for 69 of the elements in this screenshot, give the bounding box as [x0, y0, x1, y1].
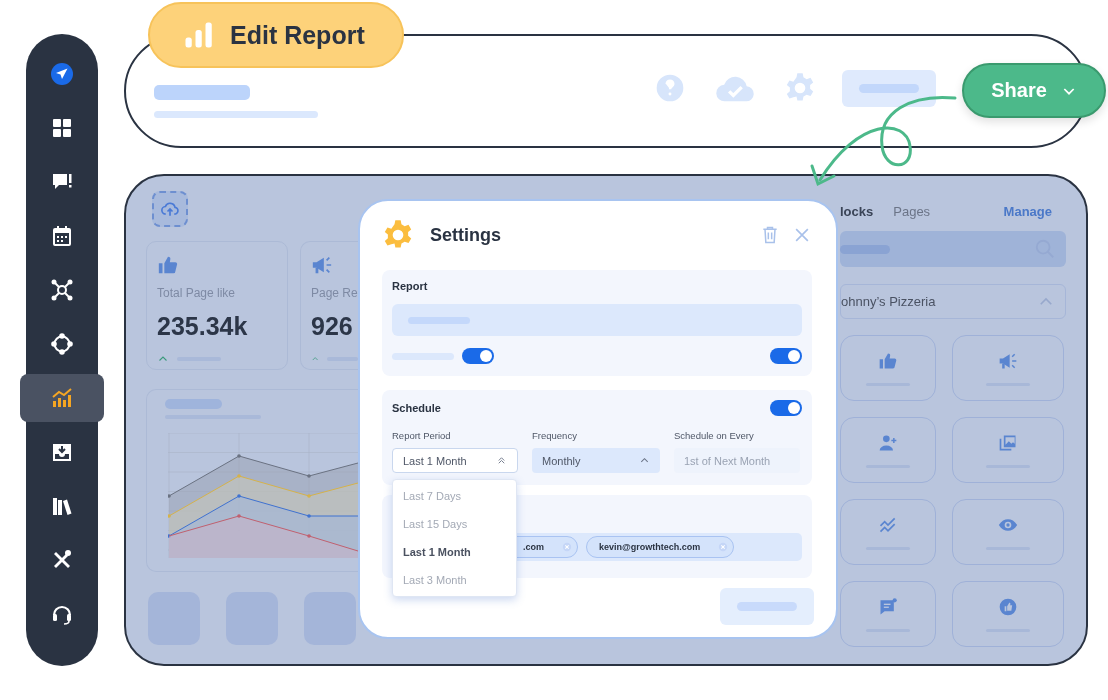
search-placeholder-bar [840, 244, 890, 254]
remove-icon [718, 542, 729, 552]
cloud-upload-icon [160, 199, 180, 219]
field-placeholder-bar [408, 316, 470, 324]
upload-drop-zone[interactable] [152, 191, 188, 227]
frequency-dropdown[interactable]: Monthly [532, 448, 660, 473]
label-placeholder-bar [859, 83, 919, 93]
block-tile[interactable] [840, 499, 936, 565]
badge-title: Edit Report [230, 20, 365, 50]
field-label: Report Period [392, 430, 452, 441]
block-tile[interactable] [840, 417, 936, 483]
stat-value: 235.34k [157, 312, 249, 341]
circle-nodes-icon [50, 332, 74, 356]
dialog-title: Settings [430, 224, 501, 246]
data-point [237, 454, 241, 458]
label-placeholder-bar [737, 602, 797, 611]
save-button[interactable] [720, 588, 814, 625]
settings-gear-icon [382, 219, 414, 251]
report-period-dropdown[interactable]: Last 1 Month [392, 448, 518, 473]
calendar-icon [50, 224, 74, 248]
data-point [237, 474, 241, 478]
data-point [168, 514, 171, 518]
stat-value: 926 [311, 312, 354, 341]
stat-label: Page Re [311, 286, 358, 300]
section-title: Report [392, 280, 429, 292]
help-icon [654, 72, 686, 104]
help-button[interactable] [654, 72, 686, 104]
block-tile[interactable] [952, 335, 1064, 401]
data-point [307, 494, 311, 498]
data-point [168, 494, 171, 498]
email-chip[interactable]: kevin@growthtech.com [586, 536, 735, 558]
settings-button[interactable] [784, 72, 816, 104]
block-tile[interactable] [840, 335, 936, 401]
data-point [307, 474, 311, 478]
megaphone-icon [311, 254, 333, 276]
toggle-switch[interactable] [770, 400, 802, 416]
block-tile[interactable] [840, 581, 936, 647]
network-icon [50, 278, 74, 302]
search-field[interactable] [840, 231, 1066, 267]
data-point [168, 534, 171, 538]
toggle-switch[interactable] [462, 348, 494, 364]
double-chevron-up-icon [496, 455, 507, 466]
field-label: Schedule on Every [674, 430, 755, 441]
block-tile[interactable] [952, 499, 1064, 565]
data-point [237, 514, 241, 518]
thumbs-up-icon [157, 254, 179, 276]
trash-icon [760, 225, 780, 245]
schedule-day-field[interactable]: 1st of Next Month [674, 448, 800, 473]
settings-icon [784, 72, 816, 104]
bar-chart-icon [50, 386, 74, 410]
toolbar-button[interactable] [842, 69, 936, 107]
section-title: Schedule [392, 402, 441, 414]
data-point [237, 494, 241, 498]
field-label: Frequency [532, 430, 578, 441]
comment-icon [878, 596, 898, 617]
remove-icon [562, 542, 572, 552]
delete-button[interactable] [760, 225, 780, 245]
block-tile[interactable] [952, 417, 1064, 483]
block-tile[interactable] [952, 581, 1064, 647]
grid-icon [50, 116, 74, 140]
report-name-field[interactable] [392, 304, 802, 336]
page-dropdown[interactable]: ohnny’s Pizzeria [840, 284, 1066, 319]
data-point [307, 534, 311, 538]
toggle-switch[interactable] [770, 348, 802, 364]
data-point [307, 514, 311, 518]
stat-label: Total Page like [157, 286, 237, 300]
chart-title-placeholder-bar [165, 399, 222, 409]
tab[interactable]: locks [840, 204, 874, 219]
paper-plane-logo-icon [50, 62, 74, 86]
